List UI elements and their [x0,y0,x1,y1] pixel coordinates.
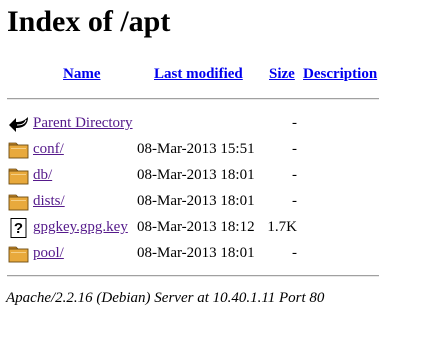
unknown-file-icon[interactable]: ? [8,218,30,238]
file-size: - [292,115,297,131]
list-item: conf/ 08-Mar-2013 15:51 - [0,138,430,164]
directory-listing-page: Index of /apt Name Last modified Size De… [0,0,430,342]
folder-icon[interactable] [8,140,30,160]
svg-text:?: ? [14,220,23,237]
bottom-divider [7,275,379,277]
folder-icon[interactable] [8,192,30,212]
modified-date: 08-Mar-2013 18:01 [137,245,255,261]
back-arrow-icon[interactable] [8,114,30,134]
server-signature: Apache/2.2.16 (Debian) Server at 10.40.1… [6,290,325,306]
folder-icon[interactable] [8,166,30,186]
modified-date: 08-Mar-2013 18:01 [137,167,255,183]
folder-icon[interactable] [8,244,30,264]
list-item: Parent Directory - [0,112,430,138]
modified-date: 08-Mar-2013 18:01 [137,193,255,209]
file-size: - [292,245,297,261]
column-header-description[interactable]: Description [303,66,377,83]
top-divider [7,98,379,100]
column-header-last-modified[interactable]: Last modified [154,66,243,83]
file-size: 1.7K [267,219,297,235]
directory-link-dists[interactable]: dists/ [33,193,65,210]
modified-date: 08-Mar-2013 15:51 [137,141,255,157]
column-header-name[interactable]: Name [63,66,101,83]
list-item: pool/ 08-Mar-2013 18:01 - [0,242,430,268]
list-item: db/ 08-Mar-2013 18:01 - [0,164,430,190]
parent-directory-link[interactable]: Parent Directory [33,115,133,132]
file-link-gpgkey[interactable]: gpgkey.gpg.key [33,219,128,236]
list-item: ? gpgkey.gpg.key 08-Mar-2013 18:12 1.7K [0,216,430,242]
modified-date: 08-Mar-2013 18:12 [137,219,255,235]
page-title: Index of /apt [7,5,171,38]
directory-link-pool[interactable]: pool/ [33,245,64,262]
directory-link-db[interactable]: db/ [33,167,52,184]
file-size: - [292,193,297,209]
file-size: - [292,141,297,157]
list-item: dists/ 08-Mar-2013 18:01 - [0,190,430,216]
column-header-size[interactable]: Size [269,66,295,83]
directory-link-conf[interactable]: conf/ [33,141,64,158]
file-size: - [292,167,297,183]
